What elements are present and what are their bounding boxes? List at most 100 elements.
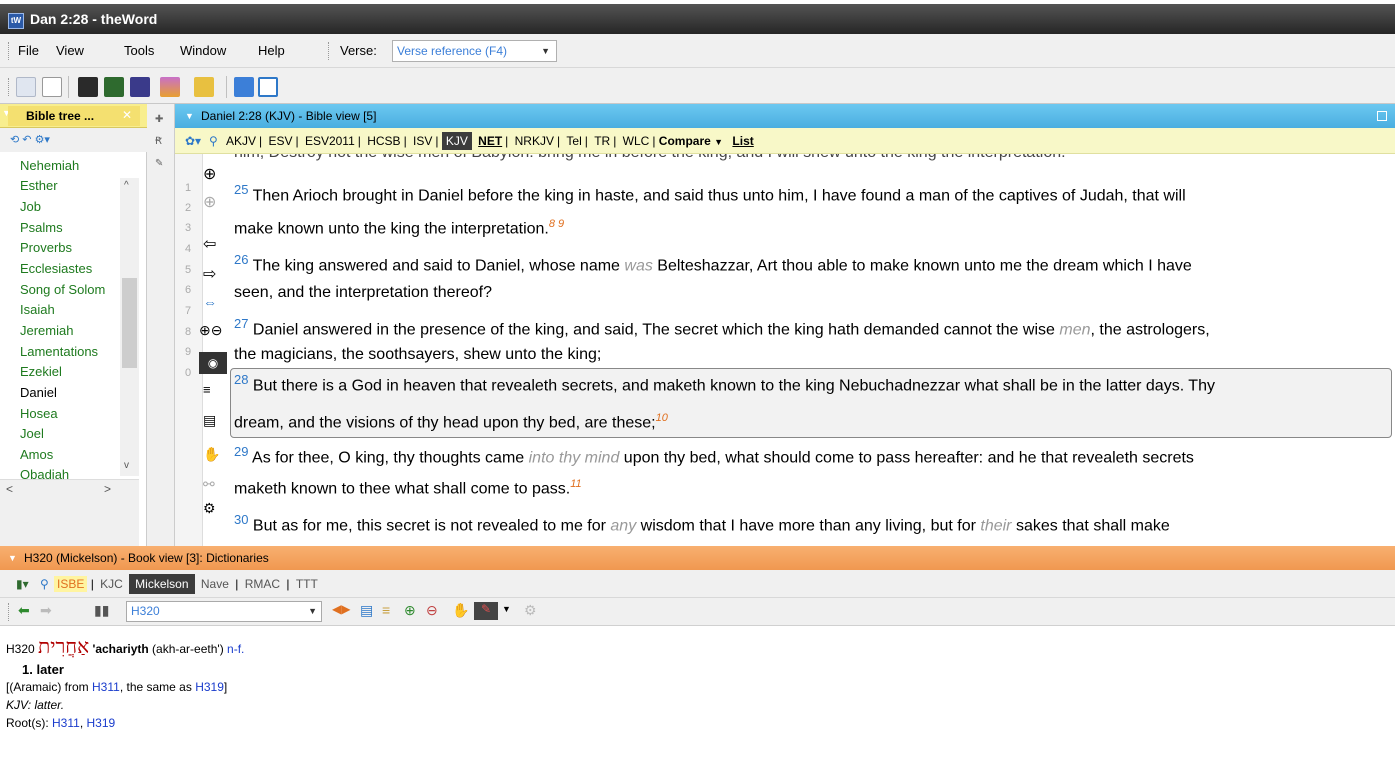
zoom-icon[interactable]: ⊕⊖ <box>199 322 222 339</box>
tree-vertical-scrollbar[interactable]: ^ v <box>120 178 139 476</box>
tab-isbe[interactable]: ISBE <box>54 576 88 592</box>
tab-nave[interactable]: Nave <box>198 577 232 591</box>
tree-horizontal-scrollbar[interactable]: < > <box>0 479 139 546</box>
book-item-amos[interactable]: Amos <box>20 447 120 462</box>
maximize-icon[interactable] <box>1377 111 1387 121</box>
book-item-joel[interactable]: Joel <box>20 426 120 441</box>
highlight-icon[interactable] <box>160 77 180 97</box>
library-icon[interactable]: ▮▮ <box>94 602 109 619</box>
settings-icon[interactable]: ⚙ <box>203 500 216 517</box>
tab-esv2011[interactable]: ESV2011 <box>302 134 358 148</box>
book-item-song-of-solomon[interactable]: Song of Solom <box>20 282 120 297</box>
forward-arrow-icon[interactable]: ➡ <box>40 602 52 619</box>
back-arrow-icon[interactable]: ⬅ <box>18 602 30 619</box>
scroll-down-icon[interactable]: v <box>124 460 129 471</box>
verse-number[interactable]: 25 <box>234 182 248 197</box>
search-icon[interactable]: ⚲ <box>209 128 218 154</box>
menu-view[interactable]: View <box>56 43 84 58</box>
verse-28[interactable]: 28 But there is a God in heaven that rev… <box>234 372 1215 395</box>
print-icon[interactable]: ▤ <box>203 412 216 429</box>
strongs-link[interactable]: H319 <box>86 716 115 730</box>
hand-icon[interactable]: ✋ <box>452 602 469 619</box>
tab-ttt[interactable]: TTT <box>293 577 321 591</box>
tab-tel[interactable]: Tel <box>563 134 584 148</box>
menu-tools[interactable]: Tools <box>124 43 154 58</box>
verse-27[interactable]: 27 Daniel answered in the presence of th… <box>234 316 1210 339</box>
zoom-out-icon[interactable]: ⊖ <box>426 602 438 619</box>
layout-icon[interactable] <box>16 77 36 97</box>
book-item-daniel[interactable]: Daniel <box>20 385 120 400</box>
strongs-link[interactable]: H311 <box>92 680 120 694</box>
previous-chapter-icon[interactable]: ⇦ <box>203 234 216 254</box>
book-item-lamentations[interactable]: Lamentations <box>20 344 120 359</box>
chevron-down-icon[interactable]: ▼ <box>502 604 511 614</box>
verse-number[interactable]: 28 <box>234 372 248 387</box>
chevron-down-icon[interactable]: ▼ <box>185 104 194 128</box>
export-icon[interactable] <box>234 77 254 97</box>
view-mode-icon[interactable]: ◉ <box>199 352 227 374</box>
print-icon[interactable]: ▤ <box>360 602 373 619</box>
link-icon[interactable]: ⇔ <box>203 294 217 310</box>
verse-reference-input[interactable]: Verse reference (F4) ▼ <box>392 40 557 62</box>
verse-number[interactable]: 30 <box>234 512 248 527</box>
next-chapter-icon[interactable]: ⇨ <box>203 264 216 284</box>
search-icon[interactable]: ⚲ <box>40 570 49 598</box>
book-item-hosea[interactable]: Hosea <box>20 406 120 421</box>
book-item-nehemiah[interactable]: Nehemiah <box>20 158 120 173</box>
footnote-marker[interactable]: 8 9 <box>549 218 564 230</box>
tab-wlc[interactable]: WLC <box>620 134 653 148</box>
dictionary-icon[interactable] <box>130 77 150 97</box>
scroll-left-icon[interactable]: < <box>6 482 13 496</box>
bible-icon[interactable] <box>78 77 98 97</box>
verse-29[interactable]: 29 As for thee, O king, thy thoughts cam… <box>234 444 1194 467</box>
topic-lookup-input[interactable]: H320 ▼ <box>126 601 322 622</box>
prev-next-icon[interactable]: ◀▶ <box>332 602 350 616</box>
tab-mickelson[interactable]: Mickelson <box>129 574 195 594</box>
format-icon[interactable]: ≡ <box>203 382 211 397</box>
refresh-icon[interactable]: ⟲ <box>10 134 19 146</box>
commentary-icon[interactable] <box>104 77 124 97</box>
tab-kjc[interactable]: KJC <box>97 577 126 591</box>
link-chain-icon[interactable]: ⚯ <box>203 476 215 493</box>
verse-number[interactable]: 27 <box>234 316 248 331</box>
part-of-speech[interactable]: n-f. <box>227 642 244 656</box>
edit-icon[interactable]: ✎ <box>155 158 163 169</box>
pin-icon[interactable]: ✚ <box>155 114 163 125</box>
tab-akjv[interactable]: AKJV <box>223 134 259 148</box>
chevron-down-icon[interactable]: ▼ <box>714 137 723 147</box>
scroll-up-icon[interactable]: ^ <box>124 180 129 191</box>
zoom-in-icon[interactable]: ⊕ <box>404 602 416 619</box>
menu-window[interactable]: Window <box>180 43 226 58</box>
tab-hcsb[interactable]: HCSB <box>364 134 403 148</box>
tab-kjv[interactable]: KJV <box>441 132 472 150</box>
close-icon[interactable]: ✕ <box>122 108 132 122</box>
book-item-obadiah[interactable]: Obadiah <box>20 467 120 479</box>
verse-number[interactable]: 29 <box>234 444 248 459</box>
undo-icon[interactable]: ↶ <box>22 134 31 146</box>
verse-30[interactable]: 30 But as for me, this secret is not rev… <box>234 512 1170 535</box>
book-item-isaiah[interactable]: Isaiah <box>20 302 120 317</box>
tab-esv[interactable]: ESV <box>265 134 295 148</box>
window-layout-icon[interactable] <box>194 77 214 97</box>
tab-bible-tree[interactable]: Bible tree ... <box>8 106 140 126</box>
tab-nrkjv[interactable]: NRKJV <box>512 134 557 148</box>
tab-tr[interactable]: TR <box>591 134 613 148</box>
tab-isv[interactable]: ISV <box>410 134 435 148</box>
book-item-ezekiel[interactable]: Ezekiel <box>20 364 120 379</box>
verse-number[interactable]: 26 <box>234 252 248 267</box>
font-size-icon[interactable]: Ꞧ <box>155 136 162 147</box>
book-item-job[interactable]: Job <box>20 199 120 214</box>
footnote-marker[interactable]: 10 <box>656 412 668 424</box>
chevron-down-icon[interactable]: ▼ <box>308 602 317 621</box>
strongs-link[interactable]: H319 <box>195 680 224 694</box>
footnote-marker[interactable]: 11 <box>570 478 581 490</box>
verse-26[interactable]: 26 The king answered and said to Daniel,… <box>234 252 1192 275</box>
compare-button[interactable]: Compare <box>659 134 711 148</box>
book-item-ecclesiastes[interactable]: Ecclesiastes <box>20 261 120 276</box>
chevron-down-icon[interactable]: ▼ <box>8 546 17 570</box>
book-item-esther[interactable]: Esther <box>20 178 120 193</box>
scrollbar-thumb[interactable] <box>122 278 137 368</box>
forward-icon[interactable]: ⊕ <box>203 192 216 212</box>
verse-25[interactable]: 25 Then Arioch brought in Daniel before … <box>234 182 1186 205</box>
lock-icon[interactable]: ⚙ <box>524 602 537 619</box>
